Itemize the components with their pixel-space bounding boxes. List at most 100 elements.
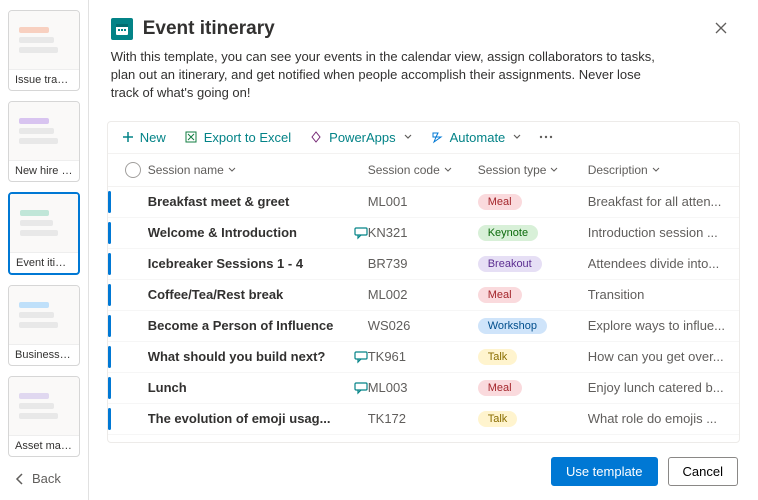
cell-session-code: KN321 xyxy=(368,225,478,240)
cell-description: Attendees divide into... xyxy=(588,256,725,271)
page-title: Event itinerary xyxy=(143,18,275,40)
dialog-footer: Use template Cancel xyxy=(89,443,758,500)
chevron-down-icon xyxy=(228,166,236,174)
chevron-down-icon xyxy=(444,166,452,174)
chevron-down-icon xyxy=(550,166,558,174)
list-panel: New Export to Excel PowerApps Automate xyxy=(107,121,740,443)
cell-session-name: Welcome & Introduction xyxy=(148,225,368,240)
cell-session-name: Icebreaker Sessions 1 - 4 xyxy=(148,256,368,271)
cell-session-type: Talk xyxy=(478,411,588,427)
table-row[interactable]: Welcome & Introduction KN321Keynote Introd… xyxy=(108,218,739,249)
use-template-button[interactable]: Use template xyxy=(551,457,658,486)
template-card[interactable]: Issue tracker xyxy=(8,10,80,91)
row-accent-bar xyxy=(108,377,111,399)
row-accent-bar xyxy=(108,191,111,213)
row-accent-bar xyxy=(108,315,111,337)
template-label: Event itinerary xyxy=(10,252,78,273)
cancel-button[interactable]: Cancel xyxy=(668,457,738,486)
session-type-pill: Meal xyxy=(478,380,522,396)
template-card[interactable]: Event itinerary xyxy=(8,192,80,275)
ellipsis-icon xyxy=(539,135,553,139)
session-type-pill: Talk xyxy=(478,349,518,365)
session-name-text: Breakfast meet & greet xyxy=(148,194,368,209)
cell-session-name: What should you build next? xyxy=(148,349,368,364)
row-accent-bar xyxy=(108,253,111,275)
template-thumbnail xyxy=(9,286,79,344)
main-header: Event itinerary With this template, you … xyxy=(89,0,758,115)
back-button[interactable]: Back xyxy=(8,467,80,490)
cell-session-type: Breakout xyxy=(478,256,588,272)
cell-session-code: WS026 xyxy=(368,318,478,333)
cell-session-code: TK172 xyxy=(368,411,478,426)
table-row[interactable]: What should you build next? TK961Talk How … xyxy=(108,342,739,373)
row-accent-bar xyxy=(108,408,111,430)
session-name-text: The evolution of emoji usag... xyxy=(148,411,368,426)
template-label: Business trip ap... xyxy=(9,344,79,365)
cell-session-type: Keynote xyxy=(478,225,588,241)
session-name-text: Coffee/Tea/Rest break xyxy=(148,287,368,302)
cell-session-code: TK961 xyxy=(368,349,478,364)
row-accent-bar xyxy=(108,222,111,244)
template-card[interactable]: New hire checkli... xyxy=(8,101,80,182)
grid-header: Session name Session code Session type D… xyxy=(108,154,739,187)
cell-session-name: Coffee/Tea/Rest break xyxy=(148,287,368,302)
row-accent-bar xyxy=(108,346,111,368)
cell-session-code: BR739 xyxy=(368,256,478,271)
new-button[interactable]: New xyxy=(122,130,166,145)
session-name-text: What should you build next? xyxy=(148,349,348,364)
more-button[interactable] xyxy=(539,135,553,139)
cell-description: How can you get over... xyxy=(588,349,725,364)
close-icon xyxy=(714,21,728,35)
table-row[interactable]: Coffee/Tea/Rest breakML002MealTransition xyxy=(108,280,739,311)
chevron-left-icon xyxy=(14,473,26,485)
template-label: New hire checkli... xyxy=(9,160,79,181)
automate-button[interactable]: Automate xyxy=(430,130,522,145)
col-description[interactable]: Description xyxy=(588,163,725,177)
session-name-text: Lunch xyxy=(148,380,348,395)
table-row[interactable]: Become a Person of InfluenceWS026Worksho… xyxy=(108,311,739,342)
row-accent-bar xyxy=(108,284,111,306)
session-type-pill: Keynote xyxy=(478,225,538,241)
cell-session-name: Breakfast meet & greet xyxy=(148,194,368,209)
template-card[interactable]: Business trip ap... xyxy=(8,285,80,366)
list-toolbar: New Export to Excel PowerApps Automate xyxy=(108,122,739,154)
cell-session-name: Become a Person of Influence xyxy=(148,318,368,333)
comment-icon xyxy=(354,226,368,240)
session-type-pill: Talk xyxy=(478,411,518,427)
select-all-checkbox[interactable] xyxy=(118,162,148,178)
chevron-down-icon xyxy=(513,133,521,141)
calendar-icon xyxy=(111,18,133,40)
template-thumbnail xyxy=(9,11,79,69)
powerapps-button[interactable]: PowerApps xyxy=(309,130,411,145)
cell-session-type: Meal xyxy=(478,380,588,396)
col-session-type[interactable]: Session type xyxy=(478,163,588,177)
template-sidebar: Issue tracker New hire checkli... Event it… xyxy=(0,0,89,500)
template-thumbnail xyxy=(9,377,79,435)
cell-session-code: ML003 xyxy=(368,380,478,395)
cell-session-code: ML002 xyxy=(368,287,478,302)
template-card[interactable]: Asset manager xyxy=(8,376,80,457)
session-name-text: Welcome & Introduction xyxy=(148,225,348,240)
cell-description: Breakfast for all atten... xyxy=(588,194,725,209)
session-type-pill: Breakout xyxy=(478,256,542,272)
cell-description: What role do emojis ... xyxy=(588,411,725,426)
cell-session-type: Meal xyxy=(478,287,588,303)
table-row[interactable]: Breakfast meet & greetML001MealBreakfast… xyxy=(108,187,739,218)
col-session-name[interactable]: Session name xyxy=(148,163,368,177)
comment-icon xyxy=(354,350,368,364)
cell-description: Introduction session ... xyxy=(588,225,725,240)
template-thumbnail xyxy=(9,102,79,160)
plus-icon xyxy=(122,131,134,143)
close-button[interactable] xyxy=(714,21,730,37)
automate-icon xyxy=(430,130,444,144)
cell-session-type: Workshop xyxy=(478,318,588,334)
template-label: Issue tracker xyxy=(9,69,79,90)
table-row[interactable]: The evolution of emoji usag...TK172Talk W… xyxy=(108,404,739,435)
export-excel-button[interactable]: Export to Excel xyxy=(184,130,291,145)
col-session-code[interactable]: Session code xyxy=(368,163,478,177)
table-row[interactable]: Icebreaker Sessions 1 - 4BR739Breakout At… xyxy=(108,249,739,280)
cell-session-type: Meal xyxy=(478,194,588,210)
session-name-text: Icebreaker Sessions 1 - 4 xyxy=(148,256,368,271)
table-row[interactable]: LunchML003MealEnjoy lunch catered b... xyxy=(108,373,739,404)
cell-session-name: The evolution of emoji usag... xyxy=(148,411,368,426)
